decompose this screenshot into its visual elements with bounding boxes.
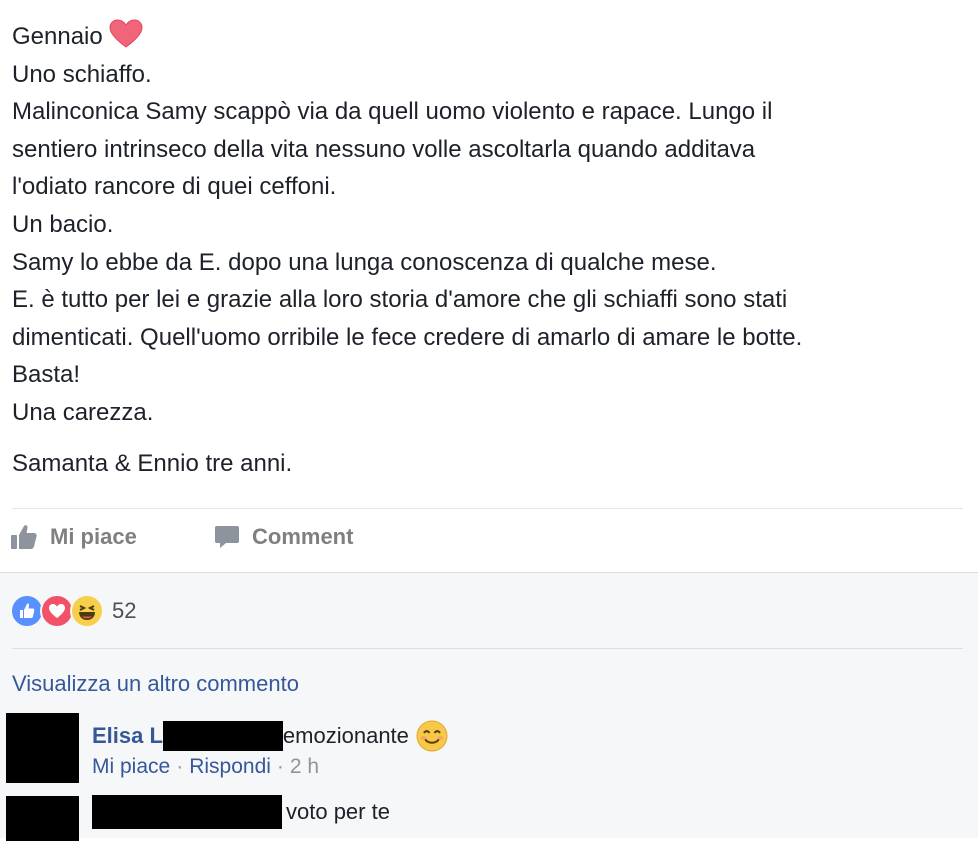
reactions-summary[interactable]: 52 — [10, 594, 137, 628]
reactions-count: 52 — [112, 598, 137, 623]
comment-bubble-icon — [215, 526, 239, 548]
avatar[interactable] — [6, 796, 79, 841]
heart-emoji-icon — [109, 19, 143, 49]
comment-author[interactable]: Elisa L — [92, 723, 163, 749]
comment-reply-link[interactable]: Rispondi — [189, 755, 271, 778]
view-more-comments-link[interactable]: Visualizza un altro commento — [12, 671, 299, 697]
post-line: Gennaio — [12, 18, 972, 56]
post-line: Samanta & Ennio tre anni. — [12, 449, 293, 477]
haha-reaction-icon — [70, 594, 104, 628]
meta-separator: · — [276, 755, 284, 778]
post-line: Uno schiaffo. — [12, 60, 152, 88]
comment-body: Elisa L emozionante — [92, 719, 449, 753]
post-line: sentiero intrinseco della vita nessuno v… — [12, 135, 756, 163]
comment-text: emozionante — [282, 723, 409, 748]
redaction-bar — [92, 795, 282, 829]
comments-section: 52 Visualizza un altro commento Elisa L … — [0, 572, 978, 841]
like-reaction-icon — [10, 594, 44, 628]
avatar[interactable] — [6, 713, 79, 783]
actions-divider — [12, 508, 963, 509]
comments-divider — [12, 648, 963, 649]
post-line: Samy lo ebbe da E. dopo una lunga conosc… — [12, 248, 717, 276]
post-line: Un bacio. — [12, 210, 114, 238]
meta-separator: · — [176, 755, 184, 778]
post-line: Una carezza. — [12, 398, 154, 426]
post-line: Basta! — [12, 361, 81, 389]
love-reaction-icon — [40, 594, 74, 628]
comment-button-label: Comment — [252, 524, 354, 549]
comment-text: voto per te — [286, 799, 390, 824]
comment-like-link[interactable]: Mi piace — [92, 755, 170, 778]
comment-time[interactable]: 2 h — [290, 755, 319, 778]
comment-button[interactable]: Comment — [214, 524, 353, 550]
post-card: Gennaio Uno schiaffo. Malinconica Samy s… — [0, 0, 978, 572]
post-line: E. è tutto per lei e grazie alla loro st… — [12, 286, 788, 314]
smile-emoji-icon — [415, 719, 449, 753]
comment-meta: Mi piace · Rispondi · 2 h — [92, 755, 319, 779]
post-text: Gennaio Uno schiaffo. Malinconica Samy s… — [12, 18, 972, 482]
post-line: Malinconica Samy scappò via da quell uom… — [12, 98, 773, 126]
comment-body: voto per te — [92, 795, 390, 829]
like-button[interactable]: Mi piace — [10, 524, 137, 550]
post-actions: Mi piace Comment — [0, 516, 978, 566]
post-line: dimenticati. Quell'uomo orribile le fece… — [12, 323, 803, 351]
redaction-bar — [162, 721, 283, 751]
post-line: l'odiato rancore di quei ceffoni. — [12, 173, 337, 201]
post-line-text: Gennaio — [12, 23, 103, 50]
thumbs-up-icon — [11, 525, 37, 549]
like-button-label: Mi piace — [50, 524, 137, 549]
